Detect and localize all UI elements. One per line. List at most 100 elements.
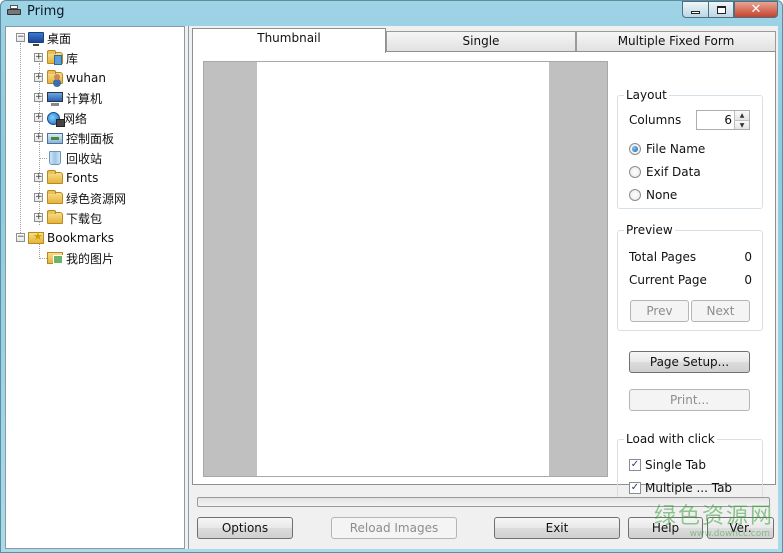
current-page-label: Current Page xyxy=(629,273,707,287)
user-folder-icon xyxy=(47,70,63,84)
tree-item-label: 我的图片 xyxy=(66,251,115,266)
expand-toggle[interactable]: + xyxy=(34,173,43,182)
tree-item-label: 绿色资源网 xyxy=(66,191,127,206)
exit-button[interactable]: Exit xyxy=(494,517,620,539)
radio-label: Exif Data xyxy=(646,165,701,179)
tree-item-downloads[interactable]: 下载包 xyxy=(47,208,102,228)
radio-none[interactable]: None xyxy=(629,188,677,202)
client-area: − 桌面 + 库 + wuhan + 计算机 + 网络 + 控制面板 回收站 +… xyxy=(5,26,778,549)
radio-label: None xyxy=(646,188,678,202)
tree-item-bookmarks[interactable]: Bookmarks xyxy=(28,228,114,248)
network-icon xyxy=(47,111,65,127)
prev-button[interactable]: Prev xyxy=(630,300,689,322)
spin-up-icon[interactable]: ▲ xyxy=(735,111,749,120)
tree-item-label: 桌面 xyxy=(47,31,72,46)
title-bar[interactable]: Primg ✕ xyxy=(1,1,782,23)
caption-buttons: ✕ xyxy=(682,1,778,18)
watermark-logo: 绿色资源网 xyxy=(653,504,774,529)
tree-item-label: 回收站 xyxy=(66,151,103,166)
page-setup-button[interactable]: Page Setup... xyxy=(629,351,750,373)
tree-item-network[interactable]: 网络 xyxy=(47,108,87,128)
printer-icon xyxy=(7,5,21,17)
expand-toggle[interactable]: + xyxy=(34,133,43,142)
radio-dot xyxy=(629,143,641,155)
tree-connector xyxy=(39,258,47,259)
preview-group: Preview Total Pages 0 Current Page 0 Pre… xyxy=(617,223,763,331)
print-preview-area[interactable] xyxy=(203,61,608,477)
minimize-icon xyxy=(691,11,700,14)
tree-item-label: 库 xyxy=(66,51,79,66)
radio-file-name[interactable]: File Name xyxy=(629,142,705,156)
tree-item-label: 计算机 xyxy=(66,91,103,106)
preview-group-title: Preview xyxy=(624,223,675,237)
tree-item-label: wuhan xyxy=(66,71,106,85)
expand-toggle[interactable]: + xyxy=(34,193,43,202)
desktop-icon xyxy=(28,31,44,46)
current-page-value: 0 xyxy=(744,273,752,287)
multiple-tab-checkbox[interactable]: ✓ Multiple ... Tab xyxy=(629,481,732,495)
print-button[interactable]: Print... xyxy=(629,389,750,411)
tree-item-my-pictures[interactable]: 我的图片 xyxy=(47,248,114,268)
layout-group-title: Layout xyxy=(624,88,669,102)
tree-item-library[interactable]: 库 xyxy=(47,48,78,68)
maximize-icon xyxy=(716,5,726,14)
radio-label: File Name xyxy=(646,142,706,156)
reload-images-button[interactable]: Reload Images xyxy=(331,517,457,539)
tree-item-label: Bookmarks xyxy=(47,231,115,245)
checkbox-label: Multiple ... Tab xyxy=(645,481,733,495)
watermark-url: www.downcc.com xyxy=(689,529,770,539)
expand-toggle[interactable]: + xyxy=(34,113,43,122)
tree-connector xyxy=(39,158,47,159)
maximize-button[interactable] xyxy=(708,1,734,18)
tree-item-fonts[interactable]: Fonts xyxy=(47,168,98,188)
library-folder-icon xyxy=(47,50,63,65)
minimize-button[interactable] xyxy=(682,1,708,18)
tree-item-label: 下载包 xyxy=(66,211,103,226)
tab-single[interactable]: Single xyxy=(386,31,576,52)
total-pages-value: 0 xyxy=(744,250,752,264)
folder-icon xyxy=(47,170,63,184)
close-button[interactable]: ✕ xyxy=(734,1,778,18)
expand-toggle[interactable]: + xyxy=(34,213,43,222)
load-with-click-title: Load with click xyxy=(624,432,717,446)
bookmark-folder-icon xyxy=(28,230,44,244)
control-panel-icon xyxy=(47,132,63,144)
collapse-toggle[interactable]: − xyxy=(16,33,25,42)
tree-item-green-resources[interactable]: 绿色资源网 xyxy=(47,188,126,208)
spinner-arrows: ▲ ▼ xyxy=(734,111,749,129)
preview-page xyxy=(257,62,549,476)
tree-item-desktop[interactable]: 桌面 xyxy=(28,28,71,48)
folder-icon xyxy=(47,190,63,204)
total-pages-label: Total Pages xyxy=(629,250,697,264)
spin-down-icon[interactable]: ▼ xyxy=(735,120,749,129)
collapse-toggle[interactable]: − xyxy=(16,233,25,242)
folder-tree[interactable]: − 桌面 + 库 + wuhan + 计算机 + 网络 + 控制面板 回收站 +… xyxy=(5,26,185,549)
tree-item-wuhan[interactable]: wuhan xyxy=(47,68,106,88)
window-title: Primg xyxy=(27,4,65,19)
radio-dot xyxy=(629,166,641,178)
radio-dot xyxy=(629,189,641,201)
single-tab-checkbox[interactable]: ✓ Single Tab xyxy=(629,458,706,472)
folder-icon xyxy=(47,210,63,224)
expand-toggle[interactable]: + xyxy=(34,93,43,102)
app-window: Primg ✕ − 桌面 + 库 + wuhan + 计算机 + 网络 + 控制… xyxy=(0,0,783,553)
tab-multiple-fixed-form[interactable]: Multiple Fixed Form xyxy=(576,31,776,52)
options-button[interactable]: Options xyxy=(197,517,293,539)
tree-item-recycle-bin[interactable]: 回收站 xyxy=(47,148,102,168)
expand-toggle[interactable]: + xyxy=(34,53,43,62)
next-button[interactable]: Next xyxy=(691,300,750,322)
recycle-bin-icon xyxy=(49,151,61,165)
tree-item-control-panel[interactable]: 控制面板 xyxy=(47,128,114,148)
tab-thumbnail[interactable]: Thumbnail xyxy=(192,28,386,53)
expand-toggle[interactable]: + xyxy=(34,73,43,82)
thumbnail-tab-panel: Layout Columns 6 ▲ ▼ File Name Exif Data… xyxy=(192,51,776,504)
columns-spinner[interactable]: 6 ▲ ▼ xyxy=(696,110,750,130)
main-panel: Thumbnail Single Multiple Fixed Form Lay… xyxy=(188,26,778,549)
tab-strip: Thumbnail Single Multiple Fixed Form xyxy=(192,28,776,53)
radio-exif-data[interactable]: Exif Data xyxy=(629,165,701,179)
check-icon: ✓ xyxy=(629,459,641,471)
tree-item-computer[interactable]: 计算机 xyxy=(47,88,102,108)
columns-label: Columns xyxy=(629,113,682,127)
computer-icon xyxy=(47,92,63,106)
close-icon: ✕ xyxy=(750,2,762,17)
